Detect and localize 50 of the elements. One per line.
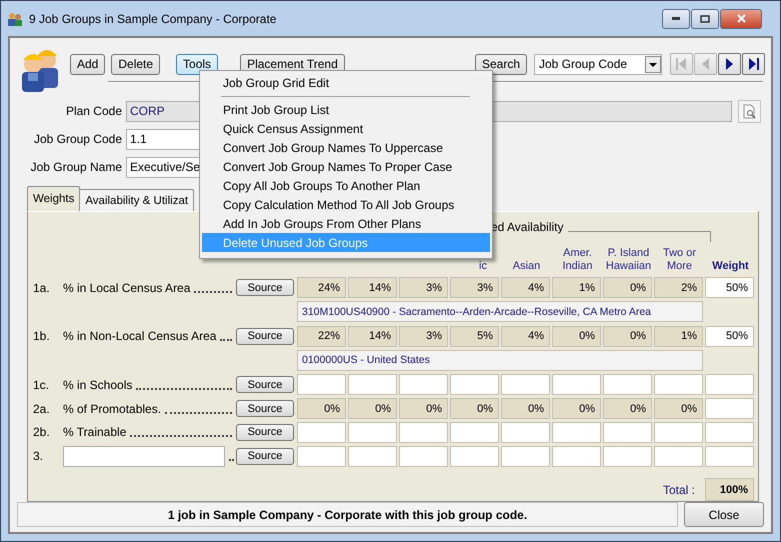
table-cell: 0%: [501, 398, 550, 419]
row-number: 3.: [33, 449, 44, 464]
table-cell: 0%: [603, 326, 652, 347]
column-header: Asian: [512, 260, 542, 274]
window-title: 9 Job Groups in Sample Company - Corporate: [29, 12, 278, 26]
row-label: % in Non-Local Census Area: [63, 329, 216, 344]
table-cell: 0%: [654, 398, 703, 419]
table-cell: 0%: [603, 398, 652, 419]
row-number: 1a.: [33, 280, 51, 295]
census-area: 0100000US - United States: [297, 350, 703, 371]
table-cell: 0%: [450, 398, 499, 419]
table-cell: 3%: [399, 277, 448, 298]
field-label: Job Group Name: [30, 160, 122, 174]
row-number: 2a.: [33, 402, 51, 416]
table-cell: 4%: [501, 277, 550, 298]
column-header: Weight: [711, 260, 750, 274]
table-cell: 14%: [348, 277, 397, 298]
row-label: % of Promotables.: [63, 402, 162, 416]
table-cell: 14%: [348, 326, 397, 347]
row-number: 1b.: [33, 329, 51, 344]
total-label: Total :: [662, 482, 695, 496]
table-cell: 1%: [552, 277, 601, 298]
census-area: 310M100US40900 - Sacramento--Arden-Arcade--Roseville, CA Metro Area: [297, 301, 703, 322]
table-cell: 0%: [348, 398, 397, 419]
status-bar: 1 job in Sample Company - Corporate with this job group code.: [17, 502, 678, 527]
column-header: ic: [478, 260, 488, 274]
table-cell: 3%: [450, 277, 499, 298]
column-header: Two or More: [662, 246, 697, 274]
table-cell: 0%: [552, 326, 601, 347]
row-number: 1c.: [33, 378, 50, 392]
table-cell: 1%: [654, 326, 703, 347]
table-cell: 0%: [297, 398, 346, 419]
row-label: % in Local Census Area: [63, 280, 190, 295]
row-number: 2b.: [33, 425, 51, 440]
table-cell: 0%: [603, 277, 652, 298]
table-cell: 3%: [399, 326, 448, 347]
field-label: Job Group Code: [32, 132, 122, 146]
column-header: Amer. Indian: [562, 246, 594, 274]
table-cell: 0%: [552, 398, 601, 419]
table-cell: 0%: [399, 398, 448, 419]
total-value: 100%: [705, 478, 754, 501]
table-cell: 24%: [297, 277, 346, 298]
column-header: P. Island Hawaiian: [604, 246, 652, 274]
table-cell: 5%: [450, 326, 499, 347]
table-cell: 4%: [501, 326, 550, 347]
row-label: % Trainable: [63, 425, 126, 440]
field-label: Plan Code: [64, 104, 122, 118]
table-cell: 2%: [654, 277, 703, 298]
row-label: % in Schools: [63, 378, 132, 392]
table-cell: 22%: [297, 326, 346, 347]
